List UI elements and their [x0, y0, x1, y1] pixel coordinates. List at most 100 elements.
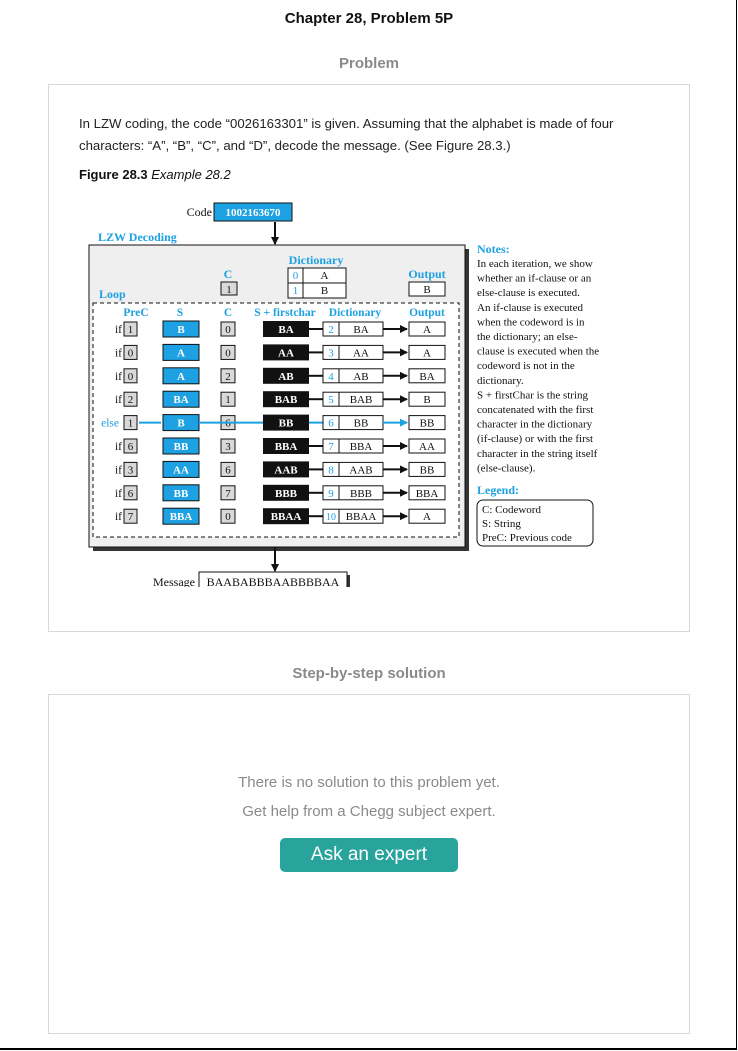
s-value: B — [177, 324, 185, 336]
prec-value: 3 — [128, 464, 134, 476]
prec-value: 6 — [128, 488, 134, 500]
col-header-dictionary: Dictionary — [329, 307, 382, 319]
s-value: BA — [173, 394, 188, 406]
dict-string: BA — [353, 324, 368, 336]
clause-label: if — [115, 441, 122, 453]
dict-code: 10 — [326, 512, 336, 523]
c-value: 0 — [225, 511, 231, 523]
dict-code: 7 — [328, 441, 334, 453]
dict-code: 8 — [328, 464, 334, 476]
dict-code: 3 — [328, 347, 334, 359]
init-output-value: B — [423, 284, 430, 296]
s-value: A — [177, 347, 185, 359]
clause-label: if — [115, 347, 122, 359]
sfc-value: BA — [278, 324, 293, 336]
dict-string: BB — [354, 418, 369, 430]
figure-caption: Figure 28.3 Example 28.2 — [79, 167, 231, 182]
output-value: BB — [420, 464, 435, 476]
output-value: A — [423, 324, 431, 336]
init-c-value: 1 — [226, 284, 232, 296]
sfc-value: BBAA — [271, 511, 302, 523]
dict-string: BAB — [350, 394, 373, 406]
init-dict-string-0: A — [321, 270, 329, 282]
sfc-value: BBB — [275, 488, 298, 500]
output-value: BBA — [416, 488, 439, 500]
s-value: A — [177, 371, 185, 383]
clause-label: if — [115, 464, 122, 476]
notes-title: Notes: — [477, 242, 510, 256]
dict-code: 2 — [328, 324, 334, 336]
output-value: BB — [420, 418, 435, 430]
dict-code: 5 — [328, 394, 334, 406]
dict-string: AAB — [349, 464, 372, 476]
legend-line: S: String — [482, 518, 521, 530]
output-value: AA — [419, 441, 435, 453]
init-dictionary-header: Dictionary — [289, 253, 344, 267]
output-value: BA — [419, 371, 434, 383]
col-header-output: Output — [409, 307, 445, 319]
problem-panel: In LZW coding, the code “0026163301” is … — [48, 84, 690, 632]
c-value: 0 — [225, 347, 231, 359]
dict-string: AB — [353, 371, 368, 383]
figure-title: LZW Decoding — [98, 230, 177, 244]
loop-label: Loop — [99, 287, 126, 301]
lzw-decoding-figure: Code 1002163670 LZW Decoding C 1 Diction… — [88, 202, 599, 587]
note-line: character in the string itself — [477, 448, 598, 460]
note-line: (if-clause) or with the first — [477, 433, 593, 445]
note-line: dictionary. — [477, 375, 524, 387]
clause-label: if — [115, 371, 122, 383]
c-value: 3 — [225, 441, 231, 453]
dict-code: 6 — [328, 418, 334, 430]
solution-heading: Step-by-step solution — [292, 665, 446, 682]
solution-panel: There is no solution to this problem yet… — [48, 694, 690, 1034]
note-line: concatenated with the first — [477, 404, 593, 416]
figure-caption-text: Example 28.2 — [151, 167, 231, 182]
dict-string: AA — [353, 347, 369, 359]
ask-expert-button[interactable]: Ask an expert — [280, 838, 458, 872]
problem-line-1: In LZW coding, the code “0026163301” is … — [79, 116, 614, 131]
col-header-s-firstchar: S + firstchar — [254, 307, 316, 319]
init-output-header: Output — [408, 267, 445, 281]
sfc-value: AB — [278, 371, 294, 383]
problem-line-2: characters: “A”, “B”, “C”, and “D”, deco… — [79, 138, 511, 153]
sfc-value: BBA — [275, 441, 298, 453]
c-value: 6 — [225, 464, 231, 476]
dict-code: 4 — [328, 371, 334, 383]
no-solution-message: There is no solution to this problem yet… — [238, 774, 500, 791]
col-header-c: C — [224, 307, 232, 319]
note-line: An if-clause is executed — [477, 302, 583, 314]
note-line: whether an if-clause or an — [477, 273, 592, 285]
notes-text: In each iteration, we show whether an if-… — [477, 258, 599, 474]
prec-value: 1 — [128, 418, 134, 430]
prec-value: 6 — [128, 441, 134, 453]
note-line: codeword is not in the — [477, 360, 575, 372]
c-value: 2 — [225, 371, 231, 383]
legend-line: PreC: Previous code — [482, 532, 572, 544]
dict-string: BBB — [350, 488, 372, 500]
clause-label: if — [115, 394, 122, 406]
init-dict-string-1: B — [321, 285, 328, 297]
sfc-value: BB — [279, 418, 294, 430]
sfc-value: BAB — [275, 394, 298, 406]
col-header-s: S — [177, 307, 183, 319]
note-line: character in the dictionary — [477, 419, 593, 431]
figure-label: Figure 28.3 — [79, 167, 148, 182]
init-c-header: C — [224, 267, 233, 281]
dict-string: BBAA — [346, 511, 377, 523]
output-value: A — [423, 347, 431, 359]
expert-help-message: Get help from a Chegg subject expert. — [242, 803, 496, 820]
clause-label: else — [101, 418, 119, 430]
s-value: B — [177, 418, 185, 430]
code-value: 1002163670 — [226, 207, 282, 219]
problem-heading: Problem — [338, 55, 399, 72]
dict-string: BBA — [350, 441, 373, 453]
prec-value: 7 — [128, 511, 134, 523]
note-line: S + firstChar is the string — [477, 389, 589, 401]
legend-title: Legend: — [477, 483, 519, 497]
sfc-value: AAB — [274, 464, 298, 476]
note-line: clause is executed when the — [477, 346, 599, 358]
note-line: else-clause is executed. — [477, 287, 580, 299]
problem-statement: In LZW coding, the code “0026163301” is … — [79, 113, 679, 157]
prec-value: 0 — [128, 371, 134, 383]
chapter-title: Chapter 28, Problem 5P — [284, 10, 454, 27]
